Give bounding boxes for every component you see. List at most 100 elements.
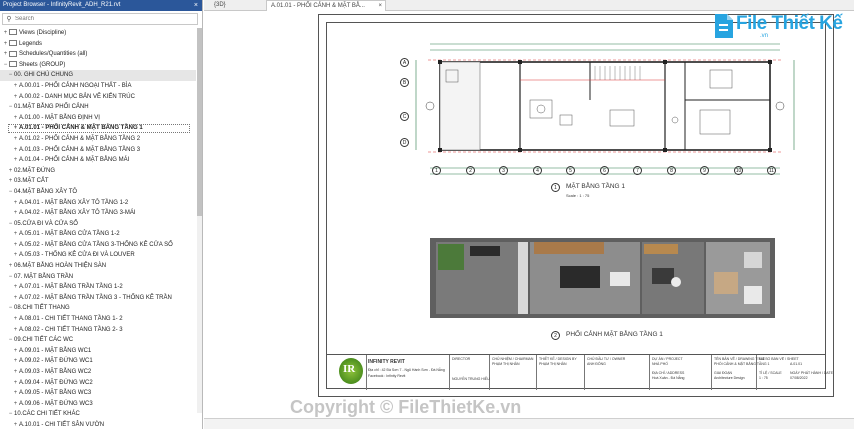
browser-item[interactable]: +03.MẶT CẮT [0,176,196,187]
browser-item[interactable]: + A.08.01 - CHI TIẾT THANG TẦNG 1- 2 [0,314,196,325]
expand-icon[interactable]: + [2,49,9,60]
expand-icon[interactable]: + [12,198,19,209]
tb-phase-name: Architecture Design [714,376,745,380]
browser-item[interactable]: + A.01.03 - PHỐI CẢNH & MẶT BẰNG TẦNG 3 [0,145,196,156]
expand-icon[interactable]: + [12,81,19,92]
expand-icon[interactable]: + [7,261,14,272]
expand-icon[interactable]: + [12,314,19,325]
collapse-icon[interactable]: − [7,102,14,113]
browser-item[interactable]: + A.01.04 - PHỐI CẢNH & MẶT BẰNG MÁI [0,155,196,166]
expand-icon[interactable]: + [2,28,9,39]
browser-item-label: A.07.01 - MẶT BẰNG TRẦN TẦNG 1-2 [19,284,123,291]
floor-plan-render[interactable] [430,238,775,318]
browser-item[interactable]: + A.09.05 - MẶT BẰNG WC3 [0,388,196,399]
browser-item[interactable]: + A.10.01 - CHI TIẾT SÂN VƯỜN [0,420,196,429]
browser-item[interactable]: + A.01.02 - PHỐI CẢNH & MẶT BẰNG TẦNG 2 [0,134,196,145]
expand-icon[interactable]: + [12,145,19,156]
collapse-icon[interactable]: − [7,187,14,198]
tb-contact: Facebook : Infinity Revit [368,374,406,378]
render-view-number: 2 [551,331,560,340]
expand-icon[interactable]: + [7,166,14,177]
browser-item[interactable]: + Legends [0,39,196,50]
browser-item[interactable]: +02.MẶT ĐỨNG [0,166,196,177]
browser-item[interactable]: + A.09.02 - MẶT ĐỨNG WC1 [0,356,196,367]
expand-icon[interactable]: + [12,356,19,367]
expand-icon[interactable]: + [12,399,19,410]
expand-icon[interactable]: + [12,388,19,399]
browser-item[interactable]: −09.CHI TIẾT CÁC WC [0,335,196,346]
browser-item[interactable]: −05.CỬA ĐI VÀ CỬA SỔ [0,219,196,230]
expand-icon[interactable]: + [12,208,19,219]
expand-icon[interactable]: + [12,92,19,103]
browser-item[interactable]: − Sheets (GROUP) [0,60,196,71]
browser-item[interactable]: + A.01.01 - PHỐI CẢNH & MẶT BẰNG TẦNG 1 [0,123,196,134]
browser-item[interactable]: + A.01.00 - MẶT BẰNG ĐỊNH VỊ [0,113,196,124]
browser-item[interactable]: −04.MẶT BẰNG XÂY TÔ [0,187,196,198]
browser-item-label: 09.CHI TIẾT CÁC WC [14,337,74,344]
expand-icon[interactable]: + [12,420,19,429]
browser-item[interactable]: + A.04.01 - MẶT BẰNG XÂY TÔ TẦNG 1-2 [0,198,196,209]
expand-icon[interactable]: + [12,229,19,240]
folder-icon [9,29,17,36]
scrollbar-thumb[interactable] [197,28,202,216]
browser-item[interactable]: + A.05.01 - MẶT BẰNG CỬA TẦNG 1-2 [0,229,196,240]
browser-item[interactable]: + A.08.02 - CHI TIẾT THANG TẦNG 2- 3 [0,325,196,336]
close-tab-icon[interactable]: × [378,1,382,12]
browser-item-label: Legends [19,40,43,47]
browser-item[interactable]: + A.09.03 - MẶT BẰNG WC2 [0,367,196,378]
browser-item[interactable]: + A.00.02 - DANH MỤC BẢN VẼ KIẾN TRÚC [0,92,196,103]
browser-item[interactable]: −01.MẶT BẰNG PHỐI CẢNH [0,102,196,113]
collapse-icon[interactable]: − [7,272,14,283]
collapse-icon[interactable]: − [7,70,14,81]
browser-item[interactable]: + A.07.02 - MẶT BẰNG TRẦN TẦNG 3 - THỐNG … [0,293,196,304]
browser-item[interactable]: −08.CHI TIẾT THANG [0,303,196,314]
expand-icon[interactable]: + [12,134,19,145]
browser-item[interactable]: + A.09.01 - MẶT BẰNG WC1 [0,346,196,357]
search-input[interactable] [15,14,190,24]
search-box[interactable]: ⚲ [2,13,198,25]
collapse-icon[interactable]: − [2,60,9,71]
expand-icon[interactable]: + [12,293,19,304]
tab-3d-view[interactable]: {3D} [210,0,268,11]
collapse-icon[interactable]: − [7,219,14,230]
expand-icon[interactable]: + [12,155,19,166]
tab-sheet-a-01-01[interactable]: A.01.01 - PHỐI CẢNH & MẶT BẰ... × [266,0,386,11]
expand-icon[interactable]: + [12,240,19,251]
browser-item[interactable]: + A.09.04 - MẶT ĐỨNG WC2 [0,378,196,389]
project-browser-title-bar: Project Browser - InfinityRevit_ADH_R21.… [0,0,202,11]
expand-icon[interactable]: + [2,39,9,50]
expand-icon[interactable]: + [12,325,19,336]
collapse-icon[interactable]: − [7,335,14,346]
expand-icon[interactable]: + [12,282,19,293]
expand-icon[interactable]: + [12,250,19,261]
browser-item[interactable]: +06.MẶT BẰNG HOÀN THIỆN SÀN [0,261,196,272]
tb-owner-label: CHỦ ĐẦU TƯ / OWNER [587,357,626,361]
collapse-icon[interactable]: − [7,409,14,420]
expand-icon[interactable]: + [12,346,19,357]
expand-icon[interactable]: + [12,367,19,378]
browser-item[interactable]: + A.05.02 - MẶT BẰNG CỬA TẦNG 3-THỐNG KÊ … [0,240,196,251]
expand-icon[interactable]: + [7,176,14,187]
collapse-icon[interactable]: − [7,303,14,314]
browser-item-label: 03.MẶT CẮT [14,178,49,185]
browser-item[interactable]: + A.04.02 - MẶT BẰNG XÂY TÔ TẦNG 3-MÁI [0,208,196,219]
expand-icon[interactable]: + [12,113,19,124]
browser-item[interactable]: + Schedules/Quantities (all) [0,49,196,60]
browser-item[interactable]: −00. GHI CHÚ CHUNG [0,70,196,81]
expand-icon[interactable]: + [12,378,19,389]
browser-item[interactable]: + A.07.01 - MẶT BẰNG TRẦN TẦNG 1-2 [0,282,196,293]
browser-item[interactable]: + Views (Discipline) [0,28,196,39]
browser-item[interactable]: + A.05.03 - THỐNG KÊ CỬA ĐI VÀ LOUVER [0,250,196,261]
browser-item[interactable]: + A.00.01 - PHỐI CẢNH NGOẠI THẤT - BÌA [0,81,196,92]
browser-item[interactable]: −10.CÁC CHI TIẾT KHÁC [0,409,196,420]
grid-bubble-number: 4 [533,166,542,175]
browser-item[interactable]: −07. MẶT BẰNG TRẦN [0,272,196,283]
browser-item[interactable]: + A.09.06 - MẶT ĐỨNG WC3 [0,399,196,410]
browser-item-label: 00. GHI CHÚ CHUNG [14,72,74,79]
floor-plan-drawing[interactable] [410,40,810,184]
close-icon[interactable]: × [194,0,202,11]
tb-company: INFINITY REVIT [368,359,405,365]
browser-scrollbar[interactable] [197,28,202,413]
expand-icon[interactable]: + [12,123,19,134]
grid-bubble-number: 11 [767,166,776,175]
